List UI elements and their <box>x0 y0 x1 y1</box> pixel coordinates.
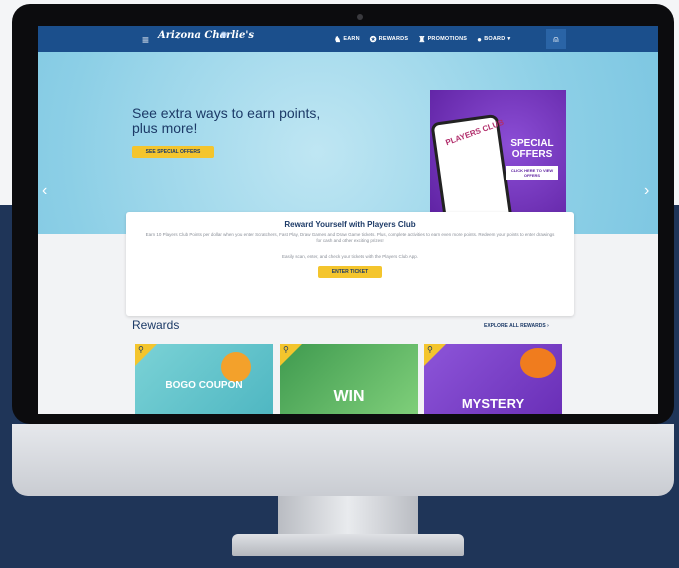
rewards-icon: ✪ <box>369 34 377 44</box>
chevron-right-icon: › <box>547 323 549 329</box>
user-icon: ⍝ <box>553 33 559 44</box>
players-club-subtext: Easily scan, enter, and check your ticke… <box>281 254 419 259</box>
orange-image <box>221 352 251 382</box>
promotions-icon: ♜ <box>418 34 426 44</box>
monitor-stand <box>278 496 418 538</box>
monitor-base <box>232 534 464 556</box>
pumpkin-image <box>520 348 556 378</box>
reward-tile-label: WIN <box>333 388 365 405</box>
players-club-description: Earn 10 Players Club Points per dollar w… <box>145 232 555 243</box>
webcam-icon <box>357 14 363 20</box>
monitor-chin <box>12 424 674 496</box>
nav-item-board[interactable]: ● BOARD ▾ <box>477 35 510 44</box>
location-pin-icon: ⚲ <box>427 345 433 354</box>
chevron-down-icon: ▾ <box>507 36 511 42</box>
reward-tile-label: BOGO COUPON <box>165 380 243 391</box>
nav-item-earn[interactable]: ♞ EARN <box>334 35 360 44</box>
board-icon: ● <box>477 34 483 44</box>
hero-carousel: See extra ways to earn points, plus more… <box>38 52 658 234</box>
reward-tile-mystery[interactable]: ⚲ MYSTERY <box>424 344 562 414</box>
reward-tile-label: MYSTERY <box>461 396 525 411</box>
nav-item-rewards[interactable]: ✪ REWARDS <box>370 35 408 44</box>
carousel-prev-icon[interactable]: ‹ <box>42 182 47 200</box>
promo-title: SPECIAL OFFERS <box>510 138 554 160</box>
screen: ≡ Arizona Charlie's ✺ ♞ EARN ✪ REWARDS ♜ PR… <box>38 26 658 414</box>
nav-items: ♞ EARN ✪ REWARDS ♜ PROMOTIONS ● BOARD ▾ <box>334 26 510 52</box>
nav-item-promotions[interactable]: ♜ PROMOTIONS <box>418 35 467 44</box>
location-pin-icon: ⚲ <box>283 345 289 354</box>
hero-title: See extra ways to earn points, plus more… <box>132 105 321 136</box>
top-navigation: ≡ Arizona Charlie's ✺ ♞ EARN ✪ REWARDS ♜ PR… <box>38 26 658 52</box>
players-club-title: Reward Yourself with Players Club <box>284 220 416 229</box>
menu-icon[interactable]: ≡ <box>142 33 149 47</box>
location-pin-icon: ⚲ <box>138 345 144 354</box>
earn-icon: ♞ <box>334 34 342 44</box>
explore-all-rewards-link[interactable]: EXPLORE ALL REWARDS › <box>484 323 549 329</box>
enter-ticket-button[interactable]: ENTER TICKET <box>318 266 382 278</box>
special-offers-promo[interactable]: PLAYERS CLUB SPECIAL OFFERS CLICK HERE T… <box>430 90 566 230</box>
logo-mark-icon: ✺ <box>220 30 228 40</box>
see-special-offers-button[interactable]: SEE SPECIAL OFFERS <box>132 146 214 158</box>
user-account-button[interactable]: ⍝ <box>546 29 566 49</box>
reward-tile-win[interactable]: ⚲ WIN <box>280 344 418 414</box>
reward-tile-bogo[interactable]: ⚲ BOGO COUPON <box>135 344 273 414</box>
promo-tag: CLICK HERE TO VIEW OFFERS <box>506 166 558 180</box>
rewards-heading: Rewards <box>132 318 180 332</box>
players-club-card: Reward Yourself with Players Club Earn 1… <box>126 212 574 316</box>
carousel-next-icon[interactable]: › <box>644 182 649 200</box>
